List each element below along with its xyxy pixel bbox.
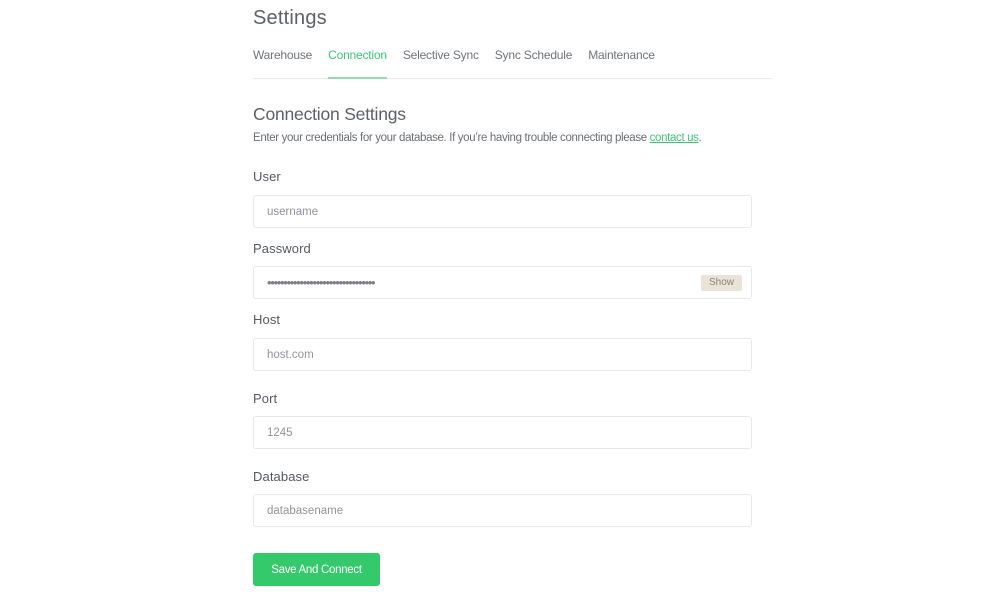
tab-maintenance[interactable]: Maintenance xyxy=(588,46,655,78)
port-label: Port xyxy=(253,391,278,406)
password-input[interactable]: ••••••••••••••••••••••••••••••••• Show xyxy=(253,266,752,299)
port-input[interactable] xyxy=(253,416,752,449)
description-text: Enter your credentials for your database… xyxy=(253,132,650,144)
password-label: Password xyxy=(253,241,311,256)
settings-tabs: Warehouse Connection Selective Sync Sync… xyxy=(253,46,772,79)
user-label: User xyxy=(253,169,281,184)
save-and-connect-button[interactable]: Save And Connect xyxy=(253,553,380,586)
section-title: Connection Settings xyxy=(253,104,406,124)
tab-sync-schedule[interactable]: Sync Schedule xyxy=(495,46,573,78)
host-label: Host xyxy=(253,312,281,327)
database-input[interactable] xyxy=(253,494,752,527)
database-label: Database xyxy=(253,469,310,484)
user-input[interactable] xyxy=(253,195,752,228)
tab-selective-sync[interactable]: Selective Sync xyxy=(403,46,479,78)
host-input[interactable] xyxy=(253,338,752,371)
password-masked-value: ••••••••••••••••••••••••••••••••• xyxy=(267,275,376,290)
page-title: Settings xyxy=(253,7,327,29)
description-end: . xyxy=(698,132,702,144)
contact-us-link[interactable]: contact us xyxy=(650,132,699,144)
tab-warehouse[interactable]: Warehouse xyxy=(253,46,312,78)
section-description: Enter your credentials for your database… xyxy=(253,132,702,144)
show-password-button[interactable]: Show xyxy=(700,275,742,291)
tab-connection[interactable]: Connection xyxy=(328,46,387,79)
